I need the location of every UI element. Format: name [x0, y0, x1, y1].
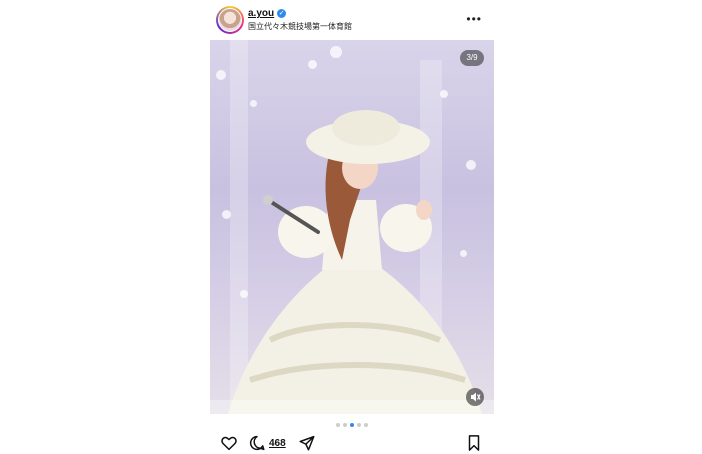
comment-bubble-icon[interactable]: [248, 434, 266, 452]
share-send-icon[interactable]: [298, 434, 316, 452]
hat-crown: [332, 110, 400, 146]
carousel-dot: [364, 423, 368, 427]
verified-badge-icon: ✓: [277, 9, 287, 18]
microphone-head: [263, 195, 273, 205]
gown-skirt: [228, 250, 482, 414]
mute-button[interactable]: [466, 388, 484, 406]
post-actions: 468: [210, 432, 494, 454]
avatar[interactable]: [218, 8, 242, 32]
comment-count[interactable]: 468: [269, 438, 286, 449]
story-ring[interactable]: [216, 6, 244, 34]
more-options-icon[interactable]: •••: [466, 12, 482, 26]
speaker-muted-icon: [471, 392, 481, 402]
carousel-dot: [357, 423, 361, 427]
location-link[interactable]: 国立代々木競技場第一体育館: [248, 21, 352, 32]
carousel-dot-active: [350, 423, 354, 427]
bookmark-icon[interactable]: [466, 434, 482, 452]
slide-counter: 3/9: [460, 50, 484, 66]
performer-figure: [210, 110, 494, 414]
raised-hand: [416, 200, 432, 220]
floor-glow: [210, 400, 494, 414]
post-header: a.you ✓ 国立代々木競技場第一体育館 •••: [210, 0, 494, 40]
carousel-dot: [336, 423, 340, 427]
like-heart-icon[interactable]: [220, 434, 238, 452]
carousel-indicator: [210, 423, 494, 429]
username-link[interactable]: a.you: [248, 8, 274, 19]
carousel-dot: [343, 423, 347, 427]
post-photo[interactable]: 3/9: [210, 40, 494, 414]
instagram-post: a.you ✓ 国立代々木競技場第一体育館 ••• 3/9 468: [210, 0, 494, 454]
user-row: a.you ✓: [248, 8, 287, 19]
